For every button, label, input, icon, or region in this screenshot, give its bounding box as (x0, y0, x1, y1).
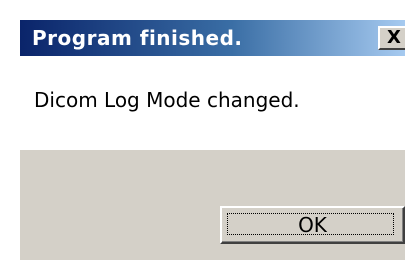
message-text: Dicom Log Mode changed. (34, 88, 300, 112)
dialog-title: Program finished. (32, 26, 243, 50)
close-icon: X (387, 27, 401, 48)
message-area: Dicom Log Mode changed. (20, 56, 405, 150)
title-bar[interactable]: Program finished. X (20, 20, 405, 56)
message-dialog: Program finished. X Dicom Log Mode chang… (20, 20, 405, 260)
close-button[interactable]: X (378, 26, 405, 50)
ok-button-label: OK (298, 213, 327, 237)
ok-button[interactable]: OK (220, 206, 405, 244)
